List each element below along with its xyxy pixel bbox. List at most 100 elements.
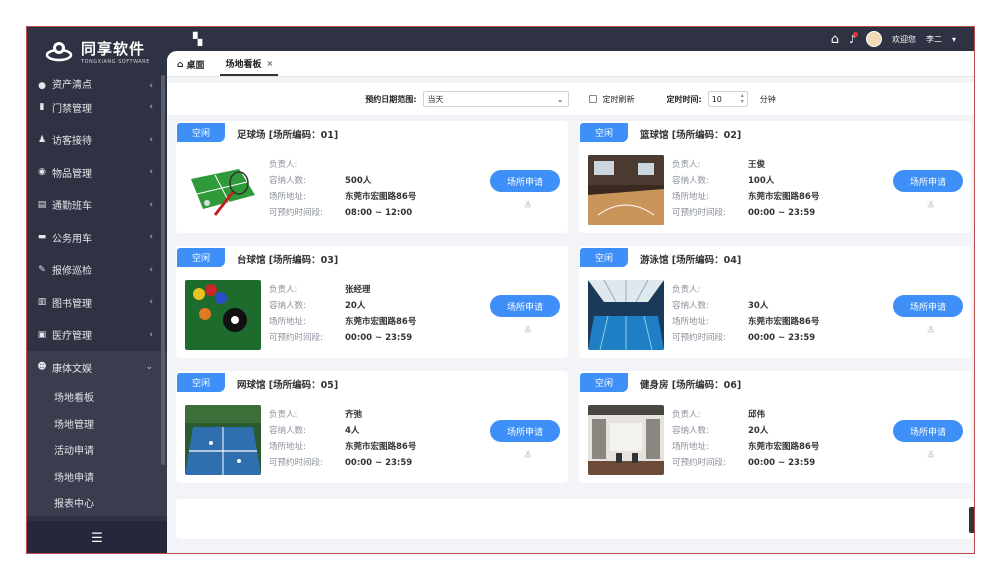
sidebar-scrollbar[interactable]: [161, 75, 165, 465]
tab-label: 场地看板: [225, 60, 262, 70]
user-dropdown-icon[interactable]: ▾: [952, 35, 956, 44]
venue-title: 游泳馆 [场所编码：04]: [640, 255, 742, 266]
time-label: 可预约时间段:: [672, 208, 726, 218]
time-label: 可预约时间段:: [672, 333, 726, 343]
stepper-arrows-icon[interactable]: ▴ ▾: [741, 93, 744, 105]
expand-chevron-icon[interactable]: ≚: [524, 201, 532, 212]
sidebar-item-label: 图书管理: [52, 298, 92, 310]
sidebar: 同享软件 TONGXIANG SOFTWARE ● 资产清点 ‹ ▮ 门禁管理 …: [27, 27, 167, 553]
capacity-value: 20人: [345, 301, 366, 311]
sidebar-item-car[interactable]: ▬ 公务用车 ‹: [27, 221, 167, 254]
logo: 同享软件 TONGXIANG SOFTWARE: [27, 27, 167, 75]
collapse-sidebar-button[interactable]: ☰: [27, 521, 167, 553]
sidebar-item-visitor[interactable]: ♟ 访客接待 ‹: [27, 124, 167, 157]
home-icon[interactable]: ⌂: [831, 32, 839, 47]
venue-card: 空闲 健身房 [场所编码：06] 负责人: 邱伟 容纳人数: 20人 场所地址: 东莞…: [579, 371, 971, 483]
capacity-label: 容纳人数:: [269, 176, 306, 186]
box-icon: ◉: [38, 167, 46, 178]
time-label: 可预约时间段:: [269, 333, 323, 343]
sidebar-subitem-venue-board[interactable]: 场地看板: [27, 384, 167, 411]
side-handle[interactable]: [969, 507, 974, 533]
asset-icon: ●: [38, 81, 46, 91]
apply-button[interactable]: 场所申请: [490, 420, 560, 442]
apply-button[interactable]: 场所申请: [490, 295, 560, 317]
capacity-label: 容纳人数:: [269, 301, 306, 311]
sidebar-item-repair[interactable]: ✎ 报修巡检 ‹: [27, 254, 167, 287]
sidebar-item-label: 报修巡检: [52, 266, 92, 278]
leisure-icon: ☻: [37, 362, 47, 373]
time-label: 可预约时间段:: [269, 458, 323, 468]
manager-label: 负责人:: [672, 160, 701, 170]
apply-button[interactable]: 场所申请: [893, 420, 963, 442]
sidebar-menu: ● 资产清点 ‹ ▮ 门禁管理 ‹ ♟ 访客接待 ‹ ◉ 物品管理 ‹ ▤ 通勤: [27, 75, 167, 516]
venue-thumbnail: [185, 405, 261, 475]
sidebar-item-medical[interactable]: ▣ 医疗管理 ‹: [27, 319, 167, 352]
sidebar-item-goods[interactable]: ◉ 物品管理 ‹: [27, 156, 167, 189]
greeting-text: 欢迎您: [891, 34, 916, 44]
time-value: 00:00 ~ 23:59: [345, 458, 413, 468]
venue-card: 空闲 网球馆 [场所编码：05] 负责人: 齐弛 容纳人数: 4人 场所地址: 东莞市…: [176, 371, 568, 483]
time-value: 00:00 ~ 23:59: [748, 458, 816, 468]
venue-info: 负责人: 容纳人数: 500人 场所地址: 东莞市宏图路86号 可预约时间段: 08:…: [269, 157, 416, 221]
tab-venue-board[interactable]: 场地看板 ×: [220, 57, 279, 76]
apply-button[interactable]: 场所申请: [893, 170, 963, 192]
expand-chevron-icon[interactable]: ≚: [927, 451, 935, 462]
tab-bar: ⌂ 桌面 场地看板 ×: [167, 51, 974, 77]
sidebar-item-asset[interactable]: ● 资产清点 ‹: [27, 75, 167, 91]
time-value: 00:00 ~ 23:59: [345, 333, 413, 343]
address-label: 场所地址:: [672, 317, 709, 327]
grid-icon[interactable]: ▚: [193, 32, 202, 46]
bell-icon[interactable]: ♪: [849, 31, 858, 46]
sidebar-item-label: 访客接待: [52, 136, 92, 148]
capacity-value: 500人: [345, 176, 372, 186]
time-value: 08:00 ~ 12:00: [345, 208, 413, 218]
address-value: 东莞市宏图路86号: [748, 317, 820, 327]
sidebar-item-leisure[interactable]: ☻ 康体文娱 ⌄: [27, 351, 167, 384]
sidebar-item-door[interactable]: ▮ 门禁管理 ‹: [27, 91, 167, 124]
user-name[interactable]: 李二: [926, 34, 942, 45]
sidebar-item-bus[interactable]: ▤ 通勤班车 ‹: [27, 189, 167, 222]
venue-title: 足球场 [场所编码：01]: [237, 130, 339, 141]
status-badge: 空闲: [580, 373, 628, 392]
sidebar-submenu: 场地看板 场地管理 活动申请 场地申请 报表中心: [27, 383, 167, 517]
topbar: ▚ ⌂ ♪ 欢迎您 李二 ▾: [167, 27, 974, 51]
logo-title: 同享软件: [81, 39, 146, 58]
venue-card: 空闲 台球馆 [场所编码：03] 负责人: 张经理 容纳人数: 20人 场所地址: 东…: [176, 246, 568, 358]
visitor-icon: ♟: [37, 134, 47, 145]
address-label: 场所地址:: [672, 442, 709, 452]
capacity-value: 100人: [748, 176, 775, 186]
range-label: 预约日期范围:: [365, 94, 417, 104]
manager-label: 负责人:: [269, 160, 298, 170]
sidebar-subitem-venue-apply[interactable]: 场地申请: [27, 463, 167, 490]
venue-card: 空闲 游泳馆 [场所编码：04] 负责人: 容纳人数: 30人 场所地址: 东莞…: [579, 246, 971, 358]
tab-desktop[interactable]: ⌂ 桌面: [177, 58, 214, 76]
manager-label: 负责人:: [672, 285, 701, 295]
timer-stepper[interactable]: 10 ▴ ▾: [707, 91, 748, 107]
avatar[interactable]: [865, 31, 882, 47]
expand-chevron-icon[interactable]: ≚: [524, 326, 532, 337]
status-badge: 空闲: [580, 248, 628, 267]
timer-value: 10: [711, 94, 722, 104]
apply-button[interactable]: 场所申请: [893, 295, 963, 317]
close-icon[interactable]: ×: [266, 59, 273, 68]
venue-info: 负责人: 容纳人数: 30人 场所地址: 东莞市宏图路86号 可预约时间段: 00:0…: [672, 282, 819, 346]
logo-subtitle: TONGXIANG SOFTWARE: [81, 58, 150, 65]
expand-chevron-icon[interactable]: ≚: [927, 326, 935, 337]
expand-chevron-icon[interactable]: ≚: [524, 451, 532, 462]
venue-info: 负责人: 齐弛 容纳人数: 4人 场所地址: 东莞市宏图路86号 可预约时间段: 00:…: [269, 407, 416, 471]
car-icon: ▬: [37, 232, 47, 243]
sidebar-subitem-activity-apply[interactable]: 活动申请: [27, 437, 167, 464]
auto-refresh-checkbox[interactable]: [588, 95, 597, 103]
sidebar-subitem-report[interactable]: 报表中心: [27, 490, 167, 517]
date-range-select[interactable]: 当天 ⌄: [422, 91, 569, 107]
apply-button[interactable]: 场所申请: [490, 170, 560, 192]
venue-thumbnail: [588, 280, 664, 350]
capacity-label: 容纳人数:: [672, 426, 709, 436]
venue-title: 台球馆 [场所编码：03]: [237, 255, 339, 266]
sidebar-item-library[interactable]: ▥ 图书管理 ‹: [27, 286, 167, 319]
home-icon: ⌂: [177, 59, 184, 70]
expand-chevron-icon[interactable]: ≚: [927, 201, 935, 212]
sidebar-subitem-venue-manage[interactable]: 场地管理: [27, 410, 167, 437]
manager-label: 负责人:: [672, 410, 701, 420]
manager-value: 邱伟: [748, 410, 766, 420]
